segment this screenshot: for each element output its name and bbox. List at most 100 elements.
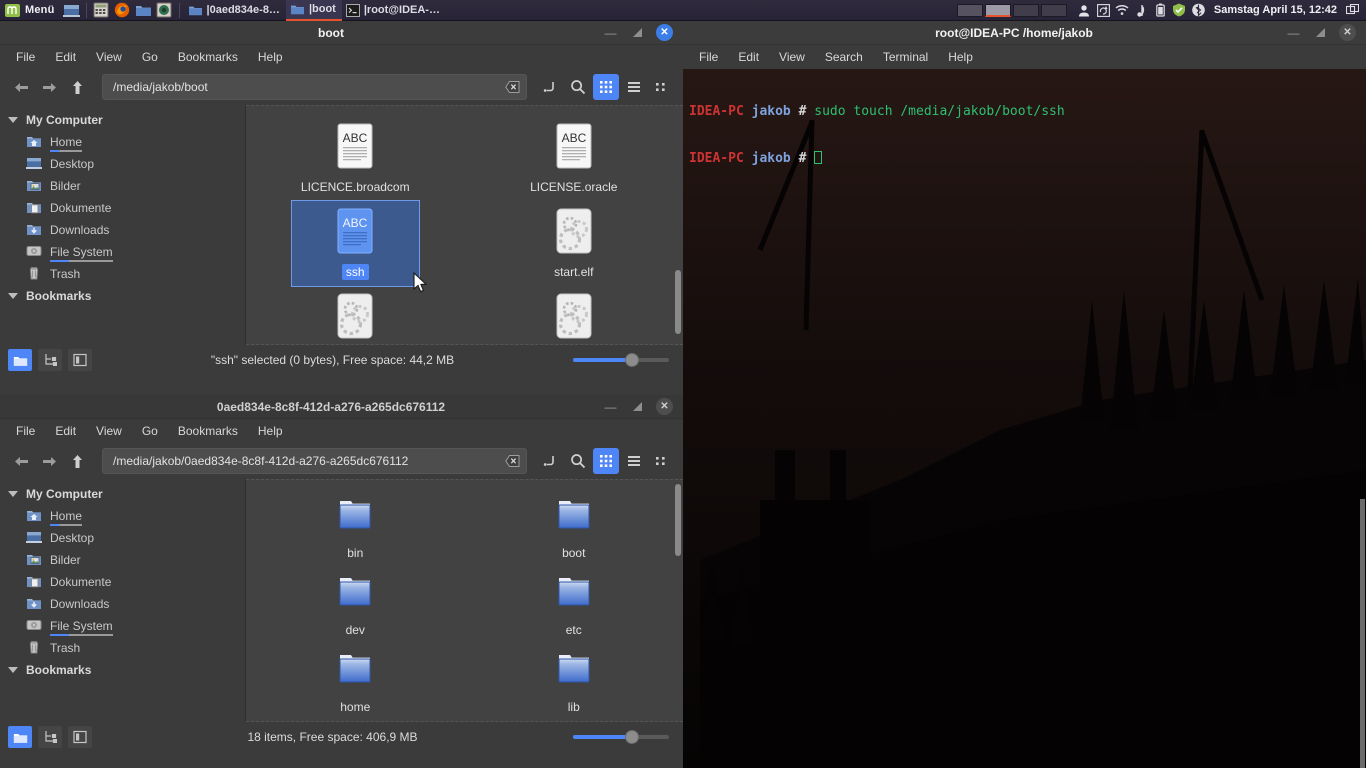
file-item[interactable]: boot	[465, 490, 684, 567]
search-icon[interactable]	[565, 448, 591, 474]
tree-view-toggle-icon[interactable]	[38, 726, 62, 748]
volume-icon[interactable]	[1133, 1, 1150, 20]
file-item[interactable]: etc	[465, 567, 684, 644]
icon-view-toggle-icon[interactable]	[8, 726, 32, 748]
workspace-4[interactable]	[1040, 3, 1067, 17]
menu-button[interactable]: Menü	[25, 4, 55, 16]
menu-bookmarks[interactable]: Bookmarks	[170, 421, 246, 441]
menu-go[interactable]: Go	[134, 47, 166, 67]
maximize-button[interactable]	[629, 24, 646, 41]
task-volume-window[interactable]: |0aed834e-8…	[184, 0, 286, 21]
minimize-button[interactable]: —	[1285, 24, 1302, 41]
menu-edit[interactable]: Edit	[47, 47, 84, 67]
file-item-selected[interactable]: ABC ssh	[291, 200, 420, 287]
menu-edit[interactable]: Edit	[730, 47, 767, 67]
minimize-button[interactable]: —	[602, 398, 619, 415]
file-item[interactable]: ABC LICENSE.oracle	[465, 116, 684, 201]
file-item[interactable]: dev	[246, 567, 465, 644]
sidebar-item-home[interactable]: Home	[0, 505, 245, 527]
update-manager-icon[interactable]	[1095, 1, 1112, 20]
menu-file[interactable]: File	[8, 421, 43, 441]
up-arrow-icon[interactable]	[64, 74, 90, 100]
path-input[interactable]: /media/jakob/0aed834e-8c8f-412d-a276-a26…	[102, 448, 527, 474]
icon-view-toggle-icon[interactable]	[8, 349, 32, 371]
menu-help[interactable]: Help	[250, 47, 291, 67]
icon-view-icon[interactable]	[593, 448, 619, 474]
user-icon[interactable]	[1076, 1, 1093, 20]
menu-view[interactable]: View	[88, 47, 130, 67]
show-hidden-toggle-icon[interactable]	[68, 726, 92, 748]
compact-view-icon[interactable]	[649, 74, 675, 100]
titlebar-boot[interactable]: boot — ✕	[0, 21, 683, 45]
clear-icon[interactable]	[504, 79, 520, 95]
sidebar-group-my-computer[interactable]: My Computer	[0, 109, 245, 131]
tree-view-toggle-icon[interactable]	[38, 349, 62, 371]
titlebar-volume[interactable]: 0aed834e-8c8f-412d-a276-a265dc676112 — ✕	[0, 395, 683, 419]
list-view-icon[interactable]	[621, 74, 647, 100]
menu-file[interactable]: File	[691, 47, 726, 67]
image-viewer-icon[interactable]	[155, 1, 174, 20]
show-hidden-toggle-icon[interactable]	[68, 349, 92, 371]
file-item[interactable]: home	[246, 644, 465, 721]
file-list-volume[interactable]: bin boot dev etc home lib	[246, 479, 683, 722]
sidebar-item-trash[interactable]: Trash	[0, 263, 245, 285]
sidebar-item-desktop[interactable]: Desktop	[0, 153, 245, 175]
sidebar-item-trash[interactable]: Trash	[0, 637, 245, 659]
slider-knob[interactable]	[625, 730, 639, 744]
menu-edit[interactable]: Edit	[47, 421, 84, 441]
clock[interactable]: Samstag April 15, 12:42	[1214, 4, 1337, 16]
vertical-scrollbar[interactable]	[675, 270, 681, 334]
terminal-output[interactable]: IDEA-PC jakob # sudo touch /media/jakob/…	[683, 69, 1366, 768]
workspace-switcher[interactable]	[956, 3, 1067, 17]
back-arrow-icon[interactable]	[8, 448, 34, 474]
mint-menu-logo-icon[interactable]	[2, 1, 22, 20]
bluetooth-icon[interactable]	[1190, 1, 1207, 20]
terminal-window[interactable]: root@IDEA-PC /home/jakob — ✕ File Edit V…	[683, 21, 1366, 768]
titlebar-terminal[interactable]: root@IDEA-PC /home/jakob — ✕	[683, 21, 1366, 45]
sidebar-group-my-computer[interactable]: My Computer	[0, 483, 245, 505]
show-desktop-corner-icon[interactable]	[1344, 1, 1361, 20]
file-manager-window-boot[interactable]: boot — ✕ File Edit View Go Bookmarks Hel…	[0, 21, 683, 395]
path-input[interactable]: /media/jakob/boot	[102, 74, 527, 100]
workspace-1[interactable]	[956, 3, 983, 17]
show-desktop-icon[interactable]	[62, 1, 81, 20]
shield-icon[interactable]	[1171, 1, 1188, 20]
list-view-icon[interactable]	[621, 448, 647, 474]
menu-file[interactable]: File	[8, 47, 43, 67]
zoom-slider[interactable]	[573, 728, 669, 746]
close-button[interactable]: ✕	[1339, 24, 1356, 41]
file-manager-icon[interactable]	[134, 1, 153, 20]
firefox-icon[interactable]	[113, 1, 132, 20]
file-item[interactable]: start_cd.elf	[246, 286, 465, 344]
close-button[interactable]: ✕	[656, 24, 673, 41]
task-terminal-window[interactable]: |root@IDEA-…	[342, 0, 446, 21]
file-list-boot[interactable]: ABC LICENCE.broadcom ABC LICENSE.oracle …	[246, 105, 683, 345]
forward-arrow-icon[interactable]	[36, 74, 62, 100]
menu-help[interactable]: Help	[940, 47, 981, 67]
file-item[interactable]: start.elf	[465, 201, 684, 286]
sidebar-item-bilder[interactable]: Bilder	[0, 175, 245, 197]
forward-arrow-icon[interactable]	[36, 448, 62, 474]
workspace-2[interactable]	[984, 3, 1011, 17]
sidebar-item-downloads[interactable]: Downloads	[0, 219, 245, 241]
sidebar-item-bilder[interactable]: Bilder	[0, 549, 245, 571]
sidebar-item-home[interactable]: Home	[0, 131, 245, 153]
compact-view-icon[interactable]	[649, 448, 675, 474]
minimize-button[interactable]: —	[602, 24, 619, 41]
calculator-icon[interactable]	[92, 1, 111, 20]
file-item[interactable]: bin	[246, 490, 465, 567]
sidebar-group-bookmarks[interactable]: Bookmarks	[0, 285, 245, 307]
sidebar-group-bookmarks[interactable]: Bookmarks	[0, 659, 245, 681]
toggle-path-entry-icon[interactable]	[537, 74, 563, 100]
menu-view[interactable]: View	[88, 421, 130, 441]
icon-view-icon[interactable]	[593, 74, 619, 100]
sidebar-item-desktop[interactable]: Desktop	[0, 527, 245, 549]
task-boot-window[interactable]: |boot	[285, 0, 342, 21]
zoom-slider[interactable]	[573, 351, 669, 369]
sidebar-item-dokumente[interactable]: Dokumente	[0, 197, 245, 219]
network-wifi-icon[interactable]	[1114, 1, 1131, 20]
file-item[interactable]: start_db.elf	[465, 286, 684, 344]
search-icon[interactable]	[565, 74, 591, 100]
sidebar-item-file-system[interactable]: File System	[0, 615, 245, 637]
file-item[interactable]: lib	[465, 644, 684, 721]
